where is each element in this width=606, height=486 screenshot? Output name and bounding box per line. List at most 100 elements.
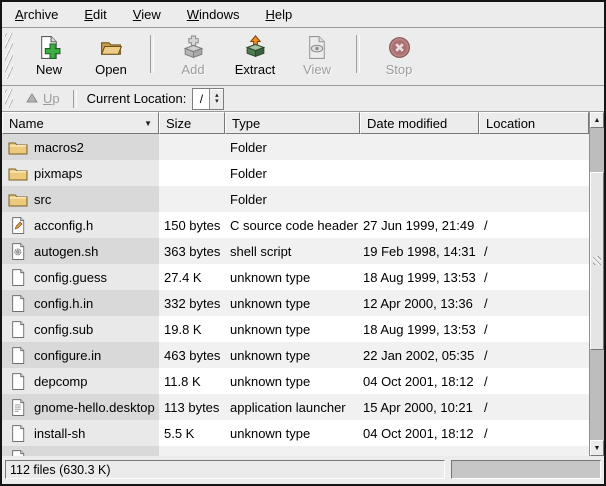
file-name: macros2: [34, 140, 84, 155]
column-header-location[interactable]: Location: [479, 112, 589, 134]
table-row[interactable]: macros2Folder: [2, 134, 589, 160]
cell-size: [159, 186, 225, 212]
progress-area: [451, 460, 601, 479]
file-name: install-sh: [34, 426, 85, 441]
toolbar-button-label: Extract: [235, 62, 275, 77]
menu-help[interactable]: Help: [256, 4, 301, 25]
status-bar: 112 files (630.3 K): [2, 456, 604, 483]
toolbar-separator: [150, 35, 154, 73]
cell-location: /: [479, 368, 589, 394]
file-name: acconfig.h: [34, 218, 93, 233]
menu-archive[interactable]: Archive: [6, 4, 67, 25]
menu-bar: Archive Edit View Windows Help: [2, 2, 604, 28]
page-icon: [8, 424, 28, 442]
cell-date: 15 Apr 2000, 10:21: [360, 394, 479, 420]
toolbar-extract-button[interactable]: Extract: [224, 32, 286, 77]
table-row[interactable]: pixmaps Folder: [2, 160, 589, 186]
file-name: config.sub: [34, 322, 93, 337]
cell-location: /: [479, 342, 589, 368]
toolbar-button-label: New: [36, 62, 62, 77]
toolbar-button-label: Add: [181, 62, 204, 77]
sort-indicator-icon: ▼: [140, 119, 152, 128]
page-pencil-icon: [8, 216, 28, 234]
stop-icon: [386, 34, 412, 60]
toolbar-add-button[interactable]: Add: [162, 32, 224, 77]
cell-date: [360, 134, 479, 160]
table-row[interactable]: config.h.in332 bytesunknown type12 Apr 2…: [2, 290, 589, 316]
cell-name: depcomp: [2, 368, 159, 394]
toolbar-open-button[interactable]: Open: [80, 32, 142, 77]
file-name: pixmaps: [34, 166, 82, 181]
column-header-label: Location: [486, 116, 535, 131]
scrollbar-trough[interactable]: [590, 128, 604, 440]
cell-name: autogen.sh: [2, 238, 159, 264]
column-header-size[interactable]: Size: [159, 112, 225, 134]
column-header-type[interactable]: Type: [225, 112, 360, 134]
cell-type: unknown type: [225, 420, 360, 446]
toolbar-button-label: Stop: [386, 62, 413, 77]
cell-location: /: [479, 238, 589, 264]
page-icon: [8, 320, 28, 338]
folder-icon: [8, 190, 28, 208]
cell-location: [479, 134, 589, 160]
cell-type: unknown type: [225, 368, 360, 394]
cell-name: gnome-hello.desktop: [2, 394, 159, 420]
up-button[interactable]: Up: [19, 89, 67, 108]
table-row[interactable]: gnome-hello.desktop113 bytesapplication …: [2, 394, 589, 420]
column-header-name[interactable]: Name▼: [2, 112, 159, 134]
cell-location: /: [479, 290, 589, 316]
cell-location: /: [479, 420, 589, 446]
cell-size: [159, 134, 225, 160]
column-header-date-modified[interactable]: Date modified: [360, 112, 479, 134]
menu-view[interactable]: View: [124, 4, 170, 25]
cell-name: config.guess: [2, 264, 159, 290]
cell-location: /: [479, 316, 589, 342]
scrollbar-thumb[interactable]: [590, 172, 604, 350]
file-count-text: 112 files (630.3 K): [10, 463, 111, 477]
toolbar-drag-handle[interactable]: [5, 33, 13, 79]
toolbar-view-button[interactable]: View: [286, 32, 348, 77]
add-files-icon: [180, 34, 206, 60]
page-lines-icon: [8, 398, 28, 416]
column-header-label: Date modified: [367, 116, 447, 131]
cell-size: [159, 160, 225, 186]
table-row[interactable]: config.guess27.4 Kunknown type18 Aug 199…: [2, 264, 589, 290]
table-row-partial: [2, 446, 589, 456]
menu-edit[interactable]: Edit: [75, 4, 115, 25]
cell-size: 363 bytes: [159, 238, 225, 264]
toolbar-stop-button[interactable]: Stop: [368, 32, 430, 77]
cell-name: [2, 446, 159, 456]
toolbar-new-button[interactable]: New: [18, 32, 80, 77]
cell-name: install-sh: [2, 420, 159, 446]
menu-windows[interactable]: Windows: [178, 4, 249, 25]
location-bar-drag-handle[interactable]: [5, 89, 13, 108]
cell-size: 27.4 K: [159, 264, 225, 290]
table-row[interactable]: install-sh5.5 Kunknown type04 Oct 2001, …: [2, 420, 589, 446]
toolbar-separator: [356, 35, 360, 73]
cell-location: /: [479, 212, 589, 238]
cell-size: 113 bytes: [159, 394, 225, 420]
scroll-down-button[interactable]: ▼: [590, 440, 604, 456]
cell-size: [159, 446, 225, 456]
page-icon: [8, 268, 28, 286]
file-name: src: [34, 192, 51, 207]
table-row[interactable]: autogen.sh363 bytesshell script19 Feb 19…: [2, 238, 589, 264]
table-row[interactable]: srcFolder: [2, 186, 589, 212]
cell-name: acconfig.h: [2, 212, 159, 238]
table-row[interactable]: acconfig.h150 bytesC source code header2…: [2, 212, 589, 238]
vertical-scrollbar[interactable]: ▲ ▼: [589, 112, 604, 456]
table-row[interactable]: configure.in463 bytesunknown type22 Jan …: [2, 342, 589, 368]
table-row[interactable]: config.sub19.8 Kunknown type18 Aug 1999,…: [2, 316, 589, 342]
cell-date: 19 Feb 1998, 14:31: [360, 238, 479, 264]
page-gear-icon: [8, 242, 28, 260]
combo-down-arrow-icon: ▾: [215, 99, 219, 105]
file-list-area: Name▼SizeType Date modified Location macro…: [2, 112, 604, 456]
page-icon: [8, 294, 28, 312]
current-location-combo[interactable]: / ▴ ▾: [192, 88, 224, 110]
cell-location: /: [479, 394, 589, 420]
file-list: macros2FolderpixmapsFoldersrcFolderaccon…: [2, 134, 589, 456]
current-location-value: /: [193, 89, 210, 109]
cell-type: Folder: [225, 160, 360, 186]
scroll-up-button[interactable]: ▲: [590, 112, 604, 128]
table-row[interactable]: depcomp11.8 Kunknown type04 Oct 2001, 18…: [2, 368, 589, 394]
